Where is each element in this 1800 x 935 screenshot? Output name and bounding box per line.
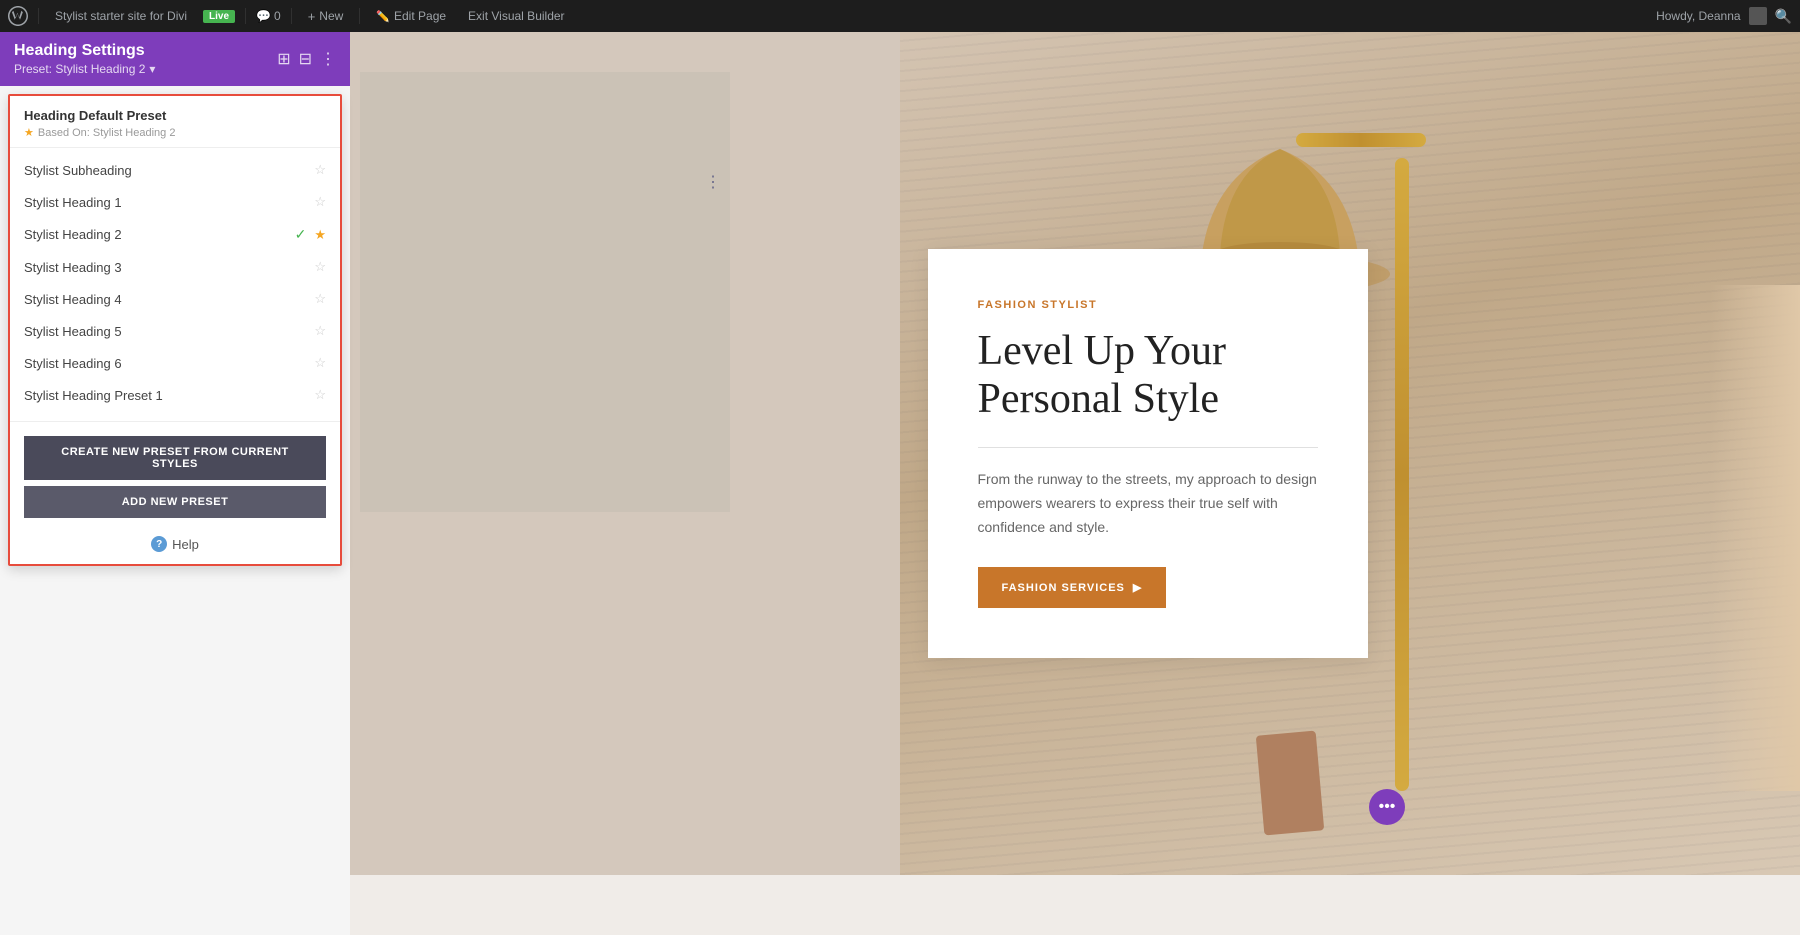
more-options-icon[interactable]: ⋮	[320, 49, 336, 69]
columns-icon[interactable]: ⊟	[299, 49, 312, 69]
star-icon[interactable]: ☆	[314, 291, 326, 307]
separator-2	[245, 8, 246, 24]
pencil-icon: ✏️	[376, 10, 390, 23]
list-item[interactable]: Stylist Heading 6 ☆	[10, 347, 340, 379]
star-icon[interactable]: ☆	[314, 355, 326, 371]
module-options-button[interactable]: •••	[1369, 789, 1405, 825]
help-icon: ?	[151, 536, 167, 552]
expand-icon[interactable]: ⊞	[277, 49, 290, 69]
rack-bar	[1395, 158, 1409, 790]
divider	[10, 421, 340, 422]
list-item[interactable]: Stylist Heading Preset 1 ☆	[10, 379, 340, 411]
column-options-icon[interactable]: ⋮	[705, 172, 721, 192]
panel-header-info: Heading Settings Preset: Stylist Heading…	[14, 42, 155, 76]
preset-item-actions: ☆	[314, 194, 326, 210]
admin-bar-left: Stylist starter site for Divi Live 💬 0 +…	[8, 6, 1644, 26]
howdy-text: Howdy, Deanna	[1656, 9, 1741, 23]
panel-title: Heading Settings	[14, 42, 155, 60]
preset-item-actions: ☆	[314, 387, 326, 403]
preset-header-title: Heading Default Preset	[24, 108, 326, 123]
star-icon[interactable]: ☆	[314, 323, 326, 339]
star-icon[interactable]: ☆	[314, 194, 326, 210]
add-preset-button[interactable]: ADD NEW PRESET	[24, 486, 326, 518]
list-item[interactable]: Stylist Heading 5 ☆	[10, 315, 340, 347]
star-icon[interactable]: ☆	[314, 387, 326, 403]
left-gray-box	[360, 72, 730, 512]
left-panel: Heading Settings Preset: Stylist Heading…	[0, 32, 350, 935]
star-icon[interactable]: ★	[314, 227, 326, 243]
list-item[interactable]: Stylist Heading 1 ☆	[10, 186, 340, 218]
wordpress-logo-icon[interactable]	[8, 6, 28, 26]
help-row: ? Help	[10, 526, 340, 564]
separator	[38, 8, 39, 24]
star-icon: ★	[24, 126, 34, 139]
preset-based-on: ★ Based On: Stylist Heading 2	[24, 126, 326, 139]
preset-list: Stylist Subheading ☆ Stylist Heading 1 ☆…	[10, 148, 340, 417]
separator-3	[291, 8, 292, 24]
main-content: FASHION STYLIST Level Up Your Personal S…	[350, 32, 1800, 875]
list-item[interactable]: Stylist Subheading ☆	[10, 154, 340, 186]
user-avatar[interactable]	[1749, 7, 1767, 25]
card-body: From the runway to the streets, my appro…	[978, 468, 1318, 539]
preset-item-actions: ☆	[314, 162, 326, 178]
separator-4	[359, 8, 360, 24]
admin-bar: Stylist starter site for Divi Live 💬 0 +…	[0, 0, 1800, 32]
star-icon[interactable]: ☆	[314, 162, 326, 178]
preset-buttons: CREATE NEW PRESET FROM CURRENT STYLES AD…	[10, 426, 340, 526]
preset-dropdown: Heading Default Preset ★ Based On: Styli…	[8, 94, 342, 566]
panel-header: Heading Settings Preset: Stylist Heading…	[0, 32, 350, 86]
preset-item-actions: ☆	[314, 291, 326, 307]
list-item[interactable]: Stylist Heading 4 ☆	[10, 283, 340, 315]
list-item[interactable]: Stylist Heading 2 ✓ ★	[10, 218, 340, 251]
exit-builder-button[interactable]: Exit Visual Builder	[462, 7, 571, 25]
comment-icon: 💬	[256, 9, 271, 23]
preset-item-actions: ☆	[314, 259, 326, 275]
plus-icon: +	[308, 9, 316, 24]
create-preset-button[interactable]: CREATE NEW PRESET FROM CURRENT STYLES	[24, 436, 326, 480]
panel-header-icons: ⊞ ⊟ ⋮	[277, 49, 336, 69]
star-icon[interactable]: ☆	[314, 259, 326, 275]
panel-subtitle[interactable]: Preset: Stylist Heading 2 ▾	[14, 62, 155, 76]
card-divider	[978, 447, 1318, 448]
card-eyebrow: FASHION STYLIST	[978, 299, 1318, 311]
site-name-link[interactable]: Stylist starter site for Divi	[49, 7, 193, 25]
new-button[interactable]: + New	[302, 7, 350, 26]
ellipsis-icon: •••	[1379, 798, 1396, 816]
bag-decoration	[1256, 730, 1324, 835]
help-link[interactable]: Help	[172, 537, 199, 552]
preset-item-actions: ☆	[314, 355, 326, 371]
preset-item-actions: ☆	[314, 323, 326, 339]
chevron-down-icon: ▾	[149, 62, 155, 76]
comment-count[interactable]: 💬 0	[256, 9, 281, 23]
rack-horizontal	[1296, 133, 1426, 147]
edit-page-button[interactable]: ✏️ Edit Page	[370, 7, 452, 25]
page-builder: FASHION STYLIST Level Up Your Personal S…	[350, 32, 1800, 875]
preset-header: Heading Default Preset ★ Based On: Styli…	[10, 96, 340, 148]
arrow-right-icon: ▶	[1133, 581, 1142, 594]
cta-button[interactable]: FASHION SERVICES ▶	[978, 567, 1167, 608]
card-heading: Level Up Your Personal Style	[978, 327, 1318, 424]
live-badge: Live	[203, 10, 235, 23]
admin-bar-right: Howdy, Deanna 🔍	[1656, 7, 1792, 25]
list-item[interactable]: Stylist Heading 3 ☆	[10, 251, 340, 283]
content-card: FASHION STYLIST Level Up Your Personal S…	[928, 249, 1368, 659]
preset-item-actions: ✓ ★	[295, 226, 326, 243]
search-icon[interactable]: 🔍	[1775, 8, 1792, 25]
checkmark-icon: ✓	[295, 226, 307, 243]
right-arm-peek	[1710, 285, 1800, 791]
